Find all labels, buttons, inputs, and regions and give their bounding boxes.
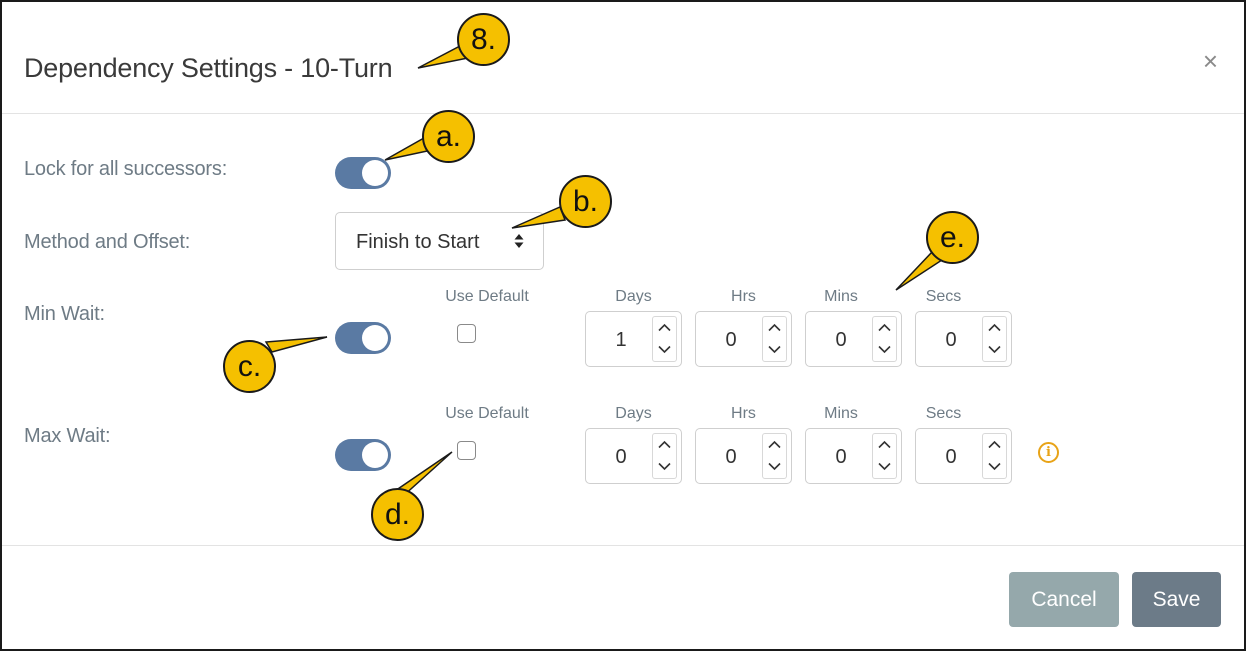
min-mins-value[interactable]: 0 <box>806 329 876 352</box>
chevron-down-icon[interactable] <box>983 456 1006 478</box>
stepper-buttons <box>982 316 1007 362</box>
stepper-buttons <box>872 316 897 362</box>
min-secs-value[interactable]: 0 <box>916 329 986 352</box>
max-mins-label: Mins <box>824 405 858 422</box>
callout-e: e. <box>926 211 979 264</box>
max-mins-value[interactable]: 0 <box>806 446 876 469</box>
max-secs-value[interactable]: 0 <box>916 446 986 469</box>
min-wait-toggle[interactable] <box>335 322 391 354</box>
chevron-down-icon[interactable] <box>763 339 786 361</box>
chevron-down-icon[interactable] <box>763 456 786 478</box>
max-days-value[interactable]: 0 <box>586 446 656 469</box>
min-secs-stepper[interactable]: 0 <box>915 311 1012 367</box>
callout-b: b. <box>559 175 612 228</box>
max-wait-toggle[interactable] <box>335 439 391 471</box>
stepper-buttons <box>652 433 677 479</box>
callout-d: d. <box>371 488 424 541</box>
min-use-default-label: Use Default <box>445 288 529 305</box>
min-days-label: Days <box>615 288 652 305</box>
dialog-header: Dependency Settings - 10-Turn × <box>2 2 1244 114</box>
chevron-up-icon[interactable] <box>763 317 786 339</box>
dialog: Dependency Settings - 10-Turn × Lock for… <box>0 0 1246 651</box>
save-button[interactable]: Save <box>1132 572 1221 627</box>
method-label: Method and Offset: <box>24 231 191 253</box>
chevron-up-icon[interactable] <box>653 434 676 456</box>
max-hrs-value[interactable]: 0 <box>696 446 766 469</box>
lock-successors-toggle[interactable] <box>335 157 391 189</box>
toggle-knob <box>362 325 388 351</box>
chevron-down-icon[interactable] <box>653 339 676 361</box>
min-wait-label: Min Wait: <box>24 303 105 325</box>
callout-c: c. <box>223 340 276 393</box>
chevron-up-icon[interactable] <box>983 434 1006 456</box>
stepper-buttons <box>762 316 787 362</box>
min-days-value[interactable]: 1 <box>586 329 656 352</box>
min-days-stepper[interactable]: 1 <box>585 311 682 367</box>
stepper-buttons <box>652 316 677 362</box>
sort-caret-icon <box>514 234 524 248</box>
max-hrs-stepper[interactable]: 0 <box>695 428 792 484</box>
min-hrs-value[interactable]: 0 <box>696 329 766 352</box>
chevron-down-icon[interactable] <box>873 456 896 478</box>
chevron-down-icon[interactable] <box>873 339 896 361</box>
cancel-button[interactable]: Cancel <box>1009 572 1119 627</box>
chevron-down-icon[interactable] <box>653 456 676 478</box>
max-secs-label: Secs <box>925 405 962 422</box>
max-days-label: Days <box>615 405 652 422</box>
chevron-up-icon[interactable] <box>763 434 786 456</box>
toggle-knob <box>362 442 388 468</box>
min-use-default-checkbox[interactable] <box>457 324 476 343</box>
stepper-buttons <box>762 433 787 479</box>
max-hrs-label: Hrs <box>731 405 756 422</box>
callout-a: a. <box>422 110 475 163</box>
footer-divider <box>2 545 1244 546</box>
method-select[interactable]: Finish to Start <box>335 212 544 270</box>
min-mins-label: Mins <box>824 288 858 305</box>
max-mins-stepper[interactable]: 0 <box>805 428 902 484</box>
max-days-stepper[interactable]: 0 <box>585 428 682 484</box>
dialog-title: Dependency Settings - 10-Turn <box>24 53 393 83</box>
max-secs-stepper[interactable]: 0 <box>915 428 1012 484</box>
min-hrs-label: Hrs <box>731 288 756 305</box>
min-mins-stepper[interactable]: 0 <box>805 311 902 367</box>
max-use-default-checkbox[interactable] <box>457 441 476 460</box>
chevron-up-icon[interactable] <box>873 317 896 339</box>
lock-label: Lock for all successors: <box>24 158 228 180</box>
callout-8: 8. <box>457 13 510 66</box>
stepper-buttons <box>982 433 1007 479</box>
chevron-up-icon[interactable] <box>653 317 676 339</box>
close-icon[interactable]: × <box>1203 48 1218 74</box>
min-secs-label: Secs <box>925 288 962 305</box>
max-wait-label: Max Wait: <box>24 425 111 447</box>
chevron-down-icon[interactable] <box>983 339 1006 361</box>
max-use-default-label: Use Default <box>445 405 529 422</box>
stepper-buttons <box>872 433 897 479</box>
chevron-up-icon[interactable] <box>873 434 896 456</box>
method-select-value: Finish to Start <box>356 231 480 253</box>
toggle-knob <box>362 160 388 186</box>
min-hrs-stepper[interactable]: 0 <box>695 311 792 367</box>
info-icon[interactable]: i <box>1038 442 1059 463</box>
chevron-up-icon[interactable] <box>983 317 1006 339</box>
